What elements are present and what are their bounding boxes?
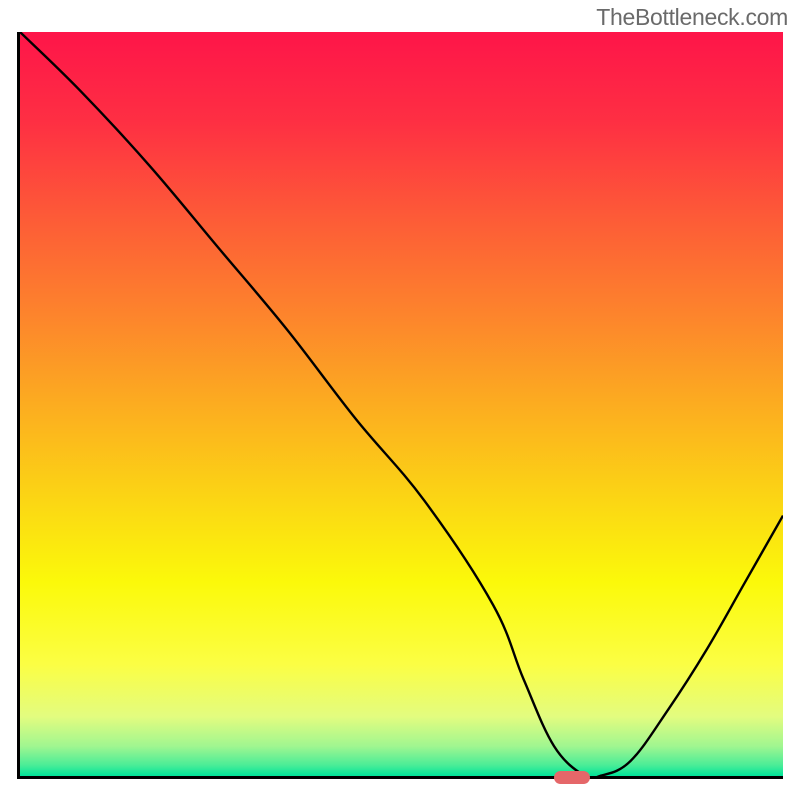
- chart-background-gradient: [20, 32, 783, 776]
- optimal-marker: [554, 771, 590, 784]
- chart-plot-area: [17, 32, 783, 779]
- watermark-text: TheBottleneck.com: [596, 4, 788, 31]
